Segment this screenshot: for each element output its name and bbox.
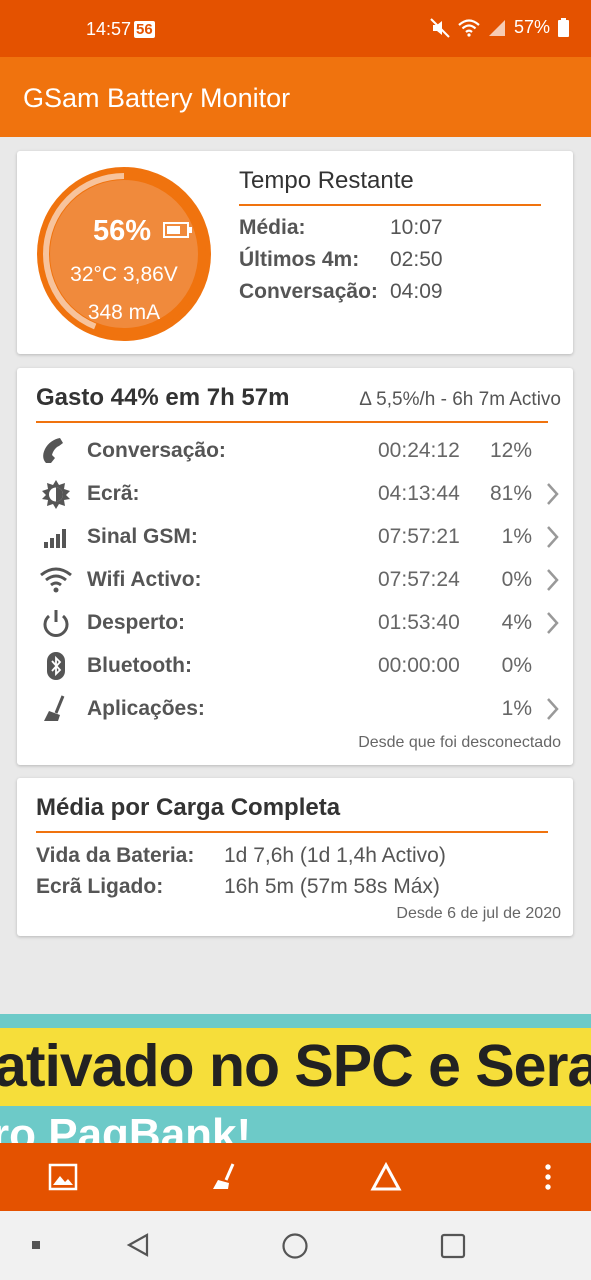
usage-time: 07:57:21 — [378, 525, 460, 548]
chevron-right-icon — [547, 526, 559, 548]
signal-icon — [44, 529, 66, 548]
phone-icon — [43, 438, 63, 463]
app-title: GSam Battery Monitor — [23, 83, 291, 113]
usage-row-apps[interactable]: Aplicações: 1% — [17, 689, 573, 729]
image-icon[interactable] — [47, 1161, 79, 1193]
home-icon[interactable] — [281, 1232, 309, 1260]
temperature-voltage: 32°C 3,86V — [70, 263, 178, 286]
full-charge-title: Média por Carga Completa — [36, 794, 341, 821]
usage-row-bluetooth[interactable]: Bluetooth: 00:00:00 0% — [17, 646, 573, 686]
full-charge-card[interactable]: Média por Carga Completa Vida da Bateria… — [17, 778, 573, 936]
status-bar: 14:57 56 57% — [0, 0, 591, 57]
battery-percent: 56% — [93, 215, 152, 247]
usage-label: Desperto: — [87, 611, 186, 634]
wifi-status-icon — [458, 18, 480, 37]
system-nav-bar — [0, 1211, 591, 1280]
usage-time: 00:24:12 — [378, 439, 460, 462]
clock: 14:57 — [86, 19, 132, 39]
usage-time: 04:13:44 — [378, 482, 460, 505]
usage-label: Sinal GSM: — [87, 525, 198, 548]
bluetooth-icon — [47, 652, 65, 680]
usage-percent: 12% — [489, 439, 532, 462]
power-icon — [43, 610, 69, 637]
nav-dot-icon[interactable] — [31, 1240, 41, 1250]
more-options-icon[interactable] — [532, 1161, 564, 1193]
time-remaining-value: 04:09 — [390, 280, 443, 303]
usage-title: Gasto 44% em 7h 57m — [36, 384, 290, 411]
delta-icon[interactable] — [370, 1161, 402, 1193]
usage-label: Ecrã: — [87, 482, 140, 505]
full-charge-footnote: Desde 6 de jul de 2020 — [396, 905, 561, 922]
ad-headline: ativado no SPC e Sera — [0, 1033, 591, 1099]
broom-icon[interactable] — [209, 1161, 241, 1193]
current-draw: 348 mA — [87, 301, 161, 324]
wifi-icon — [40, 567, 72, 593]
usage-row-awake[interactable]: Desperto: 01:53:40 4% — [17, 603, 573, 643]
usage-percent: 1% — [501, 697, 532, 720]
full-charge-label: Ecrã Ligado: — [36, 875, 164, 898]
chevron-right-icon — [547, 612, 559, 634]
cell-signal-icon — [488, 19, 505, 36]
time-remaining-value: 10:07 — [390, 216, 443, 239]
recents-icon[interactable] — [439, 1232, 467, 1260]
usage-footnote: Desde que foi desconectado — [358, 734, 561, 751]
full-charge-value: 1d 7,6h (1d 1,4h Activo) — [224, 844, 446, 867]
usage-rate: Δ 5,5%/h - 6h 7m Activo — [359, 389, 561, 410]
usage-card: Gasto 44% em 7h 57m Δ 5,5%/h - 6h 7m Act… — [17, 368, 573, 765]
usage-percent: 4% — [501, 611, 532, 634]
usage-percent: 81% — [489, 482, 532, 505]
time-remaining-label: Últimos 4m: — [239, 248, 360, 271]
usage-time: 00:00:00 — [378, 654, 460, 677]
ad-banner[interactable]: ativado no SPC e Sera ro PagBank! — [0, 1014, 591, 1144]
battery-gauge: 56% 32°C 3,86V 348 mA — [37, 167, 211, 341]
notification-badge: 56 — [134, 21, 155, 38]
time-remaining-label: Conversação: — [239, 280, 378, 303]
time-remaining-title: Tempo Restante — [239, 167, 414, 194]
divider — [239, 204, 541, 206]
back-icon[interactable] — [125, 1232, 151, 1258]
chevron-right-icon — [547, 483, 559, 505]
usage-label: Bluetooth: — [87, 654, 192, 677]
usage-label: Wifi Activo: — [87, 568, 202, 591]
ad-subline: ro PagBank! — [0, 1110, 252, 1144]
usage-percent: 0% — [501, 568, 532, 591]
brightness-icon — [42, 480, 70, 509]
divider — [36, 831, 548, 833]
status-time: 14:57 56 — [86, 19, 155, 40]
time-remaining-label: Média: — [239, 216, 306, 239]
usage-row-screen[interactable]: Ecrã: 04:13:44 81% — [17, 474, 573, 514]
time-remaining-value: 02:50 — [390, 248, 443, 271]
bottom-toolbar — [0, 1143, 591, 1211]
full-charge-value: 16h 5m (57m 58s Máx) — [224, 875, 440, 898]
divider — [36, 421, 548, 423]
full-charge-label: Vida da Bateria: — [36, 844, 195, 867]
app-bar: GSam Battery Monitor — [0, 57, 591, 137]
battery-status-icon — [558, 18, 569, 37]
battery-summary-card[interactable]: 56% 32°C 3,86V 348 mA Tempo Restante Méd… — [17, 151, 573, 354]
usage-row-gsm[interactable]: Sinal GSM: 07:57:21 1% — [17, 517, 573, 557]
chevron-right-icon — [547, 698, 559, 720]
usage-time: 07:57:24 — [378, 568, 460, 591]
usage-percent: 0% — [501, 654, 532, 677]
usage-row-call[interactable]: Conversação: 00:24:12 12% — [17, 431, 573, 471]
chevron-right-icon — [547, 569, 559, 591]
usage-percent: 1% — [501, 525, 532, 548]
broom-icon — [44, 695, 65, 721]
usage-label: Aplicações: — [87, 697, 205, 720]
battery-percent-status: 57% — [513, 17, 550, 37]
usage-time: 01:53:40 — [378, 611, 460, 634]
mute-icon — [430, 17, 450, 38]
usage-label: Conversação: — [87, 439, 226, 462]
usage-row-wifi[interactable]: Wifi Activo: 07:57:24 0% — [17, 560, 573, 600]
battery-icon — [163, 222, 192, 238]
status-icons: 57% — [430, 17, 569, 38]
